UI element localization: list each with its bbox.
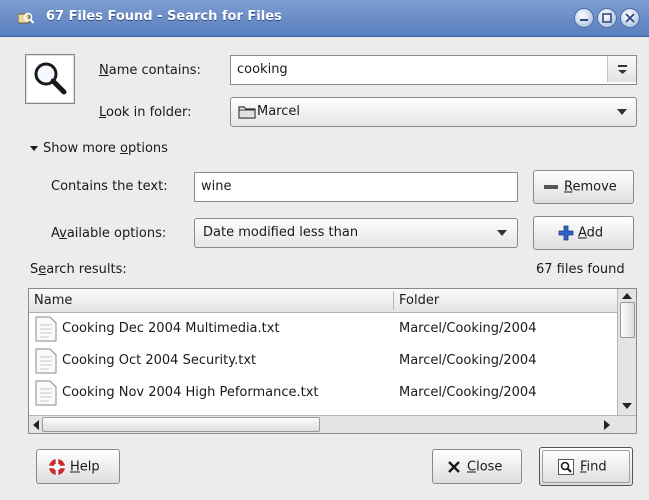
text-file-icon xyxy=(35,380,57,406)
results-header: Name Folder xyxy=(29,289,617,313)
search-magnifier-icon xyxy=(25,54,75,104)
look-in-folder-value: Marcel xyxy=(257,104,300,119)
find-button[interactable]: Find xyxy=(539,447,633,486)
text-file-icon xyxy=(35,348,57,374)
available-options-value: Date modified less than xyxy=(203,225,359,240)
remove-label: Remove xyxy=(564,179,617,195)
column-header-name[interactable]: Name xyxy=(34,293,72,308)
scroll-down-icon[interactable] xyxy=(622,403,632,410)
title-bar[interactable]: 67 Files Found - Search for Files xyxy=(0,0,649,37)
close-label: Close xyxy=(467,459,503,474)
available-options-select[interactable]: Date modified less than xyxy=(194,218,518,248)
look-in-folder-select[interactable]: Marcel xyxy=(230,97,637,127)
search-for-files-window: 67 Files Found - Search for Files Name c… xyxy=(0,0,649,500)
chevron-down-icon xyxy=(618,65,627,74)
find-label: Find xyxy=(580,459,607,474)
minimize-button[interactable] xyxy=(574,8,594,28)
chevron-down-icon xyxy=(497,230,507,236)
help-button[interactable]: Help xyxy=(36,449,120,484)
search-results-table: Name Folder Cooking Dec 2004 Multimedia.… xyxy=(28,288,637,434)
chevron-down-icon xyxy=(617,109,627,115)
files-found-count: 67 files found xyxy=(536,262,625,277)
help-label: Help xyxy=(70,459,100,474)
show-more-options-label: Show more options xyxy=(43,141,168,156)
search-results-label: Search results: xyxy=(30,262,127,277)
file-name: Cooking Dec 2004 Multimedia.txt xyxy=(62,321,280,336)
contains-text-label: Contains the text: xyxy=(51,179,168,194)
horizontal-scrollbar[interactable] xyxy=(29,415,636,433)
contains-text-input[interactable] xyxy=(195,173,517,199)
table-row[interactable]: Cooking Nov 2004 High Peformance.txt Mar… xyxy=(29,377,617,409)
table-row[interactable]: Cooking Oct 2004 Security.txt Marcel/Coo… xyxy=(29,345,617,377)
scroll-up-icon[interactable] xyxy=(622,293,632,300)
table-row[interactable]: Cooking Dec 2004 Multimedia.txt Marcel/C… xyxy=(29,313,617,345)
vertical-scroll-thumb[interactable] xyxy=(620,302,635,338)
search-tool-icon xyxy=(18,12,34,24)
horizontal-scroll-thumb[interactable] xyxy=(42,417,320,432)
close-icon xyxy=(625,13,635,23)
look-in-folder-label: Look in folder: xyxy=(99,105,192,120)
window-title: 67 Files Found - Search for Files xyxy=(46,9,282,24)
minus-icon xyxy=(544,185,558,189)
scroll-right-icon[interactable] xyxy=(604,420,611,430)
folder-icon xyxy=(238,106,256,119)
name-contains-combo xyxy=(230,55,637,85)
file-folder: Marcel/Cooking/2004 xyxy=(399,321,537,336)
scroll-left-icon[interactable] xyxy=(33,420,40,430)
expander-arrow-icon xyxy=(30,146,38,151)
contains-text-field xyxy=(194,172,518,202)
add-label: Add xyxy=(578,225,604,241)
close-button[interactable]: Close xyxy=(432,449,522,484)
file-folder: Marcel/Cooking/2004 xyxy=(399,353,537,368)
file-name: Cooking Oct 2004 Security.txt xyxy=(62,353,257,368)
minimize-icon xyxy=(580,19,588,21)
add-button[interactable]: Add xyxy=(533,216,634,250)
vertical-scrollbar[interactable] xyxy=(617,289,636,416)
find-icon xyxy=(558,458,574,475)
text-file-icon xyxy=(35,316,57,342)
close-window-button[interactable] xyxy=(620,8,640,28)
name-contains-label: Name contains: xyxy=(99,63,201,78)
close-x-icon xyxy=(448,460,460,473)
name-contains-input[interactable] xyxy=(231,56,613,82)
available-options-label: Available options: xyxy=(51,226,167,241)
help-lifebuoy-icon xyxy=(49,458,65,475)
maximize-icon xyxy=(602,13,612,23)
name-contains-dropdown-button[interactable] xyxy=(607,56,636,82)
maximize-button[interactable] xyxy=(597,8,617,28)
remove-button[interactable]: Remove xyxy=(533,170,634,204)
column-header-folder[interactable]: Folder xyxy=(399,293,439,308)
plus-icon xyxy=(558,225,574,241)
file-folder: Marcel/Cooking/2004 xyxy=(399,385,537,400)
file-name: Cooking Nov 2004 High Peformance.txt xyxy=(62,385,319,400)
